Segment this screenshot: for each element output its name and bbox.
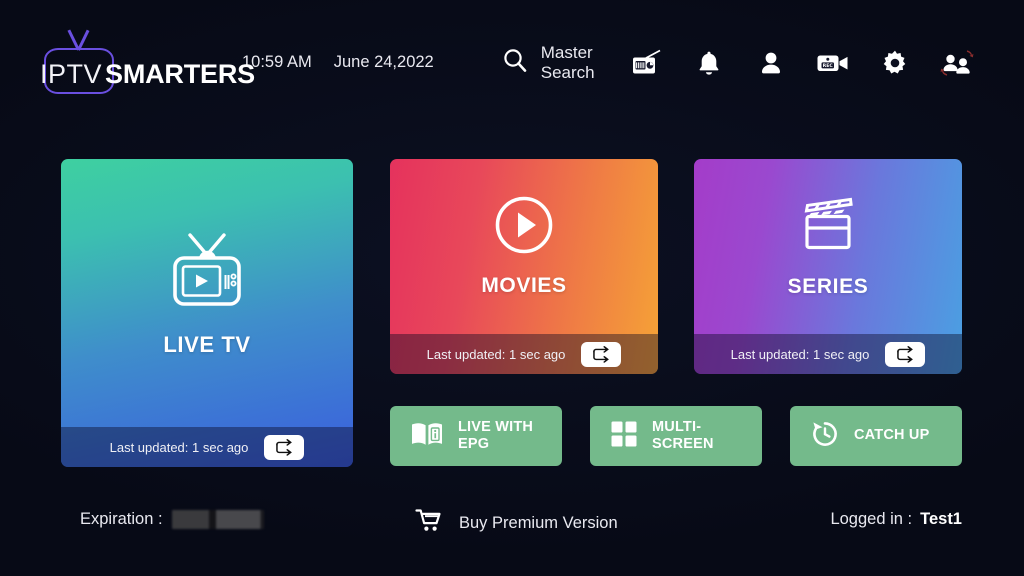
card-series-body: SERIES (694, 159, 962, 334)
app-screen: IPTV SMARTERS 10:59 AM June 24,2022 Mast… (0, 0, 1024, 576)
retro-tv-icon (164, 229, 250, 318)
clapperboard-icon (795, 194, 861, 261)
card-series-title: SERIES (787, 275, 869, 298)
switch-user-icon[interactable] (940, 46, 974, 80)
play-circle-icon (494, 195, 554, 260)
refresh-repeat-icon (894, 345, 916, 363)
card-movies-refresh-button[interactable] (581, 341, 622, 367)
footer-bar: Expiration : Buy Premium Version Logged … (0, 508, 1024, 544)
header-bar: IPTV SMARTERS 10:59 AM June 24,2022 Mast… (0, 0, 1024, 125)
expiration-value-redacted (171, 510, 264, 529)
card-series[interactable]: SERIES Last updated: 1 sec ago (694, 159, 962, 374)
card-movies-footer: Last updated: 1 sec ago (390, 334, 658, 374)
logged-in-info: Logged in : Test1 (830, 510, 962, 529)
logged-in-username: Test1 (920, 510, 962, 528)
master-search-label: Master Search (540, 42, 595, 82)
gear-icon[interactable] (878, 46, 912, 80)
multi-screen-button[interactable]: MULTI-SCREEN (590, 406, 762, 466)
live-with-epg-label: LIVE WITH EPG (458, 418, 534, 452)
logo-primary-text: IPTV (40, 58, 103, 89)
card-movies-body: MOVIES (390, 159, 658, 334)
rec-camera-icon[interactable]: REC (816, 46, 850, 80)
user-icon[interactable] (754, 46, 788, 80)
svg-text:REC: REC (823, 63, 834, 69)
buy-premium-button[interactable]: Buy Premium Version (415, 508, 618, 539)
radio-icon[interactable] (630, 46, 664, 80)
current-date: June 24,2022 (333, 53, 434, 71)
card-live-tv[interactable]: LIVE TV Last updated: 1 sec ago (61, 159, 353, 467)
logo-secondary-text: SMARTERS (105, 58, 255, 89)
app-logo: IPTV SMARTERS (36, 29, 255, 94)
card-movies[interactable]: MOVIES Last updated: 1 sec ago (390, 159, 658, 374)
logo-text: IPTV SMARTERS (36, 59, 255, 94)
card-movies-updated: Last updated: 1 sec ago (426, 346, 566, 362)
card-series-footer: Last updated: 1 sec ago (694, 334, 962, 374)
buy-premium-label: Buy Premium Version (459, 514, 618, 532)
refresh-repeat-icon (273, 438, 295, 456)
card-live-tv-refresh-button[interactable] (264, 434, 305, 460)
grid-squares-icon (610, 420, 638, 453)
card-live-tv-body: LIVE TV (61, 159, 353, 427)
card-series-updated: Last updated: 1 sec ago (730, 346, 870, 362)
card-series-refresh-button[interactable] (885, 341, 926, 367)
logged-in-label: Logged in : (830, 510, 913, 528)
clock-rewind-icon (810, 419, 840, 454)
multi-screen-label: MULTI-SCREEN (652, 418, 714, 452)
cart-icon (415, 508, 445, 539)
book-info-icon (410, 419, 444, 454)
card-live-tv-title: LIVE TV (163, 331, 251, 357)
card-live-tv-footer: Last updated: 1 sec ago (61, 427, 353, 467)
master-search-button[interactable]: Master Search (502, 43, 630, 83)
header-icon-row: REC (630, 46, 974, 80)
logo-antenna-right-icon (77, 29, 90, 51)
card-movies-title: MOVIES (481, 274, 567, 297)
bell-icon[interactable] (692, 46, 726, 80)
refresh-repeat-icon (590, 345, 612, 363)
expiration-label: Expiration : (80, 510, 163, 528)
catch-up-label: CATCH UP (854, 427, 930, 444)
live-with-epg-button[interactable]: LIVE WITH EPG (390, 406, 562, 466)
catch-up-button[interactable]: CATCH UP (790, 406, 962, 466)
card-live-tv-updated: Last updated: 1 sec ago (109, 439, 249, 455)
search-icon (502, 47, 528, 78)
expiration-info: Expiration : (80, 510, 264, 529)
